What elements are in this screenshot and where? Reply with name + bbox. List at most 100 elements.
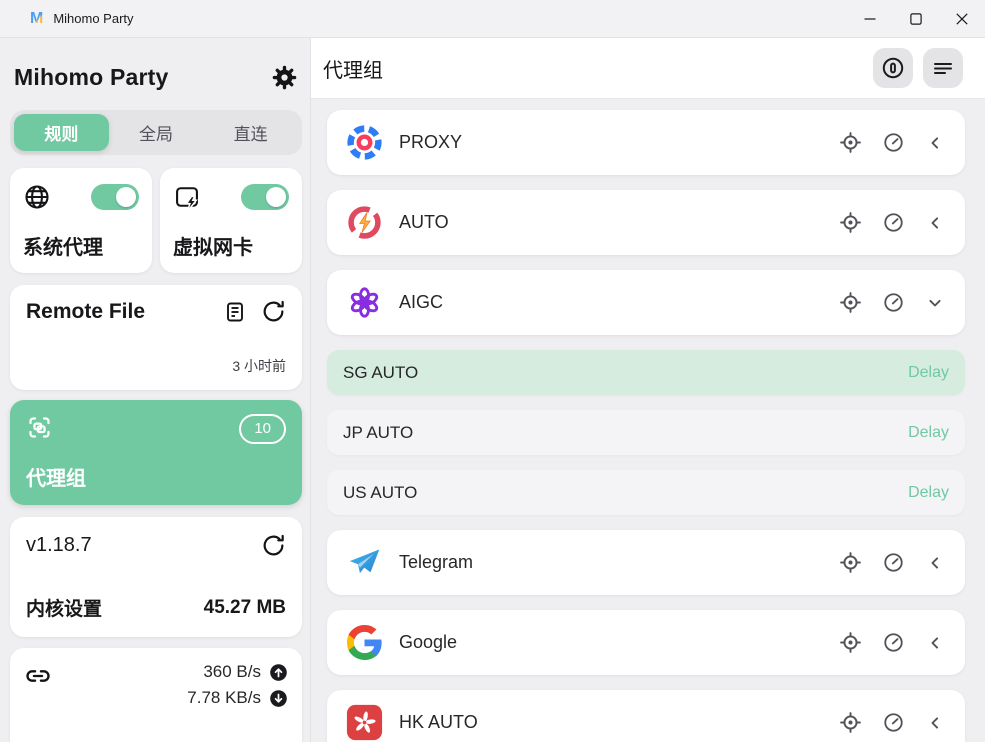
sidebar-item-proxy-groups[interactable]: 10 代理组 [10,400,302,505]
proxy-group-row[interactable]: AUTO [327,190,965,255]
proxy-node-row[interactable]: JP AUTO Delay [327,410,965,455]
proxy-group-row[interactable]: PROXY [327,110,965,175]
proxy-node-row[interactable]: SG AUTODelay [327,350,965,395]
refresh-icon [261,533,286,558]
locate-node-button[interactable] [839,211,862,234]
hk-icon [345,704,383,742]
profile-refresh-button[interactable] [261,299,286,324]
latency-test-button[interactable] [882,291,905,314]
upload-speed: 360 B/s [203,662,261,682]
latency-test-button[interactable] [882,711,905,734]
delay-button[interactable]: Delay [908,484,949,502]
proxy-group-name: Google [399,632,839,653]
proxy-group-row[interactable]: Google [327,610,965,675]
expand-toggle-button[interactable] [925,213,945,233]
gauge-icon [882,711,905,734]
sidebar-app-title: Mihomo Party [14,64,168,91]
minimize-button[interactable] [847,0,893,38]
locate-node-button[interactable] [839,631,862,654]
proxy-group-count-badge: 10 [239,414,286,444]
text-lines-icon [931,56,955,80]
sidebar: Mihomo Party 规则 全 [0,38,311,742]
gauge-icon [882,131,905,154]
latency-test-button[interactable] [882,551,905,574]
proxy-group-row[interactable]: AIGC [327,270,965,335]
chevron-left-icon [925,213,945,233]
link-icon [24,662,52,690]
latency-test-button[interactable] [882,631,905,654]
delay-button[interactable]: Delay [908,364,949,382]
system-proxy-label: 系统代理 [23,231,139,260]
proxy-group-name: PROXY [399,132,839,153]
profile-updated-time: 3 小时前 [26,356,286,376]
hide-zero-traffic-button[interactable] [873,48,913,88]
proxy-group-row[interactable]: Telegram [327,530,965,595]
outbound-mode-tabs: 规则 全局 直连 [10,110,302,155]
refresh-icon [261,299,286,324]
document-icon [223,300,247,324]
virtual-nic-icon [173,183,201,211]
maximize-button[interactable] [893,0,939,38]
main-header: 代理组 [311,38,985,99]
proxy-group-row[interactable]: HK AUTO [327,690,965,742]
locate-icon [839,131,862,154]
gauge-icon [882,631,905,654]
locate-node-button[interactable] [839,131,862,154]
tun-toggle[interactable] [241,184,289,210]
proxy-group-name: Telegram [399,552,839,573]
core-settings-card[interactable]: v1.18.7 内核设置 45.27 MB [10,517,302,637]
upload-arrow-icon [269,663,288,682]
locate-icon [839,551,862,574]
delay-button[interactable]: Delay [908,424,949,442]
app-logo-icon: M [30,11,43,27]
tun-card[interactable]: 虚拟网卡 [160,168,302,273]
close-button[interactable] [939,0,985,38]
locate-icon [839,711,862,734]
zero-circle-icon [881,56,905,80]
proxy-node-name: JP AUTO [343,423,413,443]
telegram-icon [345,544,383,582]
aigc-icon [345,284,383,322]
system-proxy-toggle[interactable] [91,184,139,210]
profile-edit-button[interactable] [223,300,247,324]
expand-toggle-button[interactable] [925,553,945,573]
system-proxy-card[interactable]: 系统代理 [10,168,152,273]
tun-label: 虚拟网卡 [173,231,289,260]
profile-name: Remote File [26,300,145,324]
maximize-icon [910,13,922,25]
auto-icon [345,204,383,242]
core-version: v1.18.7 [26,534,92,557]
settings-button[interactable] [271,64,298,91]
proxy-icon [345,124,383,162]
proxy-groups-label: 代理组 [26,462,286,491]
locate-icon [839,631,862,654]
latency-test-button[interactable] [882,131,905,154]
locate-node-button[interactable] [839,291,862,314]
expand-toggle-button[interactable] [925,293,945,313]
proxy-group-name: HK AUTO [399,712,839,733]
connections-card[interactable]: 360 B/s 7.78 KB/s [10,648,302,742]
proxy-node-row[interactable]: US AUTODelay [327,470,965,515]
display-mode-button[interactable] [923,48,963,88]
chevron-left-icon [925,633,945,653]
tab-global-mode[interactable]: 全局 [109,114,204,151]
gauge-icon [882,291,905,314]
chevron-left-icon [925,713,945,733]
locate-icon [839,211,862,234]
close-icon [956,13,968,25]
latency-test-button[interactable] [882,211,905,234]
core-restart-button[interactable] [261,533,286,558]
expand-toggle-button[interactable] [925,633,945,653]
profile-card[interactable]: Remote File [10,285,302,390]
tab-direct-mode[interactable]: 直连 [203,114,298,151]
expand-toggle-button[interactable] [925,713,945,733]
locate-node-button[interactable] [839,711,862,734]
locate-node-button[interactable] [839,551,862,574]
expand-toggle-button[interactable] [925,133,945,153]
gear-icon [271,64,298,91]
tab-rule-mode[interactable]: 规则 [14,114,109,151]
locate-icon [839,291,862,314]
minimize-icon [864,13,876,25]
download-speed: 7.78 KB/s [187,688,261,708]
gauge-icon [882,551,905,574]
